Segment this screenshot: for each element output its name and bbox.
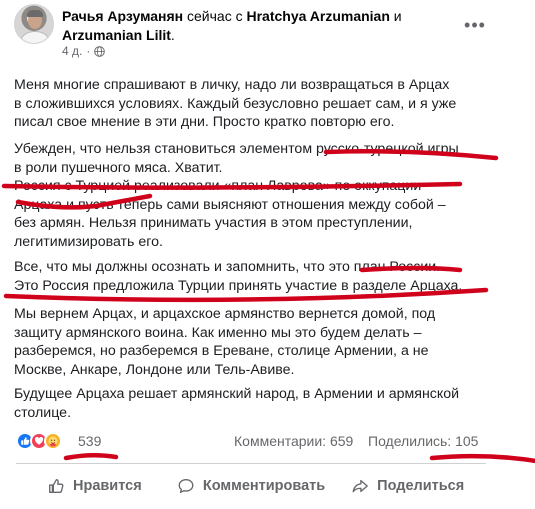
and-word: и xyxy=(393,8,402,24)
post-paragraph-4: Все, что мы должны осознать и запомнить,… xyxy=(14,258,494,295)
more-horizontal-icon: ••• xyxy=(464,14,486,35)
thumbs-up-icon xyxy=(49,479,64,493)
text-line: в сложившихся условиях. Каждый безусловн… xyxy=(14,95,457,112)
facebook-post: Рачья Арзуманян сейчас с Hratchya Arzuma… xyxy=(0,0,535,509)
more-options-button[interactable]: ••• xyxy=(460,10,490,40)
text-line: легитимизировать его. xyxy=(14,233,163,250)
post-header: Рачья Арзуманян сейчас с Hratchya Arzuma… xyxy=(62,7,462,25)
globe-icon xyxy=(94,45,106,57)
underline-shares xyxy=(429,453,535,464)
header-period: . xyxy=(170,27,175,43)
actions-divider xyxy=(16,463,486,464)
text-line: Все, что мы должны осознать и запомнить,… xyxy=(14,259,441,275)
post-paragraph-6: Будущее Арцаха решает армянский народ, в… xyxy=(14,385,494,422)
post-actions: Нравится Комментировать Поделиться xyxy=(16,468,486,504)
text-line: Будущее Арцаха решает армянский народ, в… xyxy=(14,386,460,402)
text-line: защиту армянского воина. Как именно мы э… xyxy=(14,324,422,341)
reactions-count[interactable]: 539 xyxy=(78,433,101,449)
tagged-user-2[interactable]: Arzumanian Lilit xyxy=(62,27,171,43)
text-line: Москве, Анкаре, Лондоне или Тель-Авиве. xyxy=(14,361,295,378)
comment-icon xyxy=(178,479,194,493)
underline-reactions-count xyxy=(63,453,119,461)
care-icon xyxy=(44,432,62,450)
action-text: сейчас с xyxy=(187,8,243,24)
share-button[interactable]: Поделиться xyxy=(329,468,486,504)
text-line: без армян. Нельзя принимать участия в эт… xyxy=(14,215,413,231)
author-name[interactable]: Рачья Арзуманян xyxy=(62,8,183,24)
post-paragraph-3: Россия с Турцией реализовали «план Лавро… xyxy=(14,177,494,251)
text-line: разберемся, но разберемся в Ереване, сто… xyxy=(14,343,429,359)
post-header-line-2: Arzumanian Lilit. xyxy=(62,26,175,44)
text-line: Мы вернем Арцах, и арцахское армянство в… xyxy=(14,306,436,322)
post-paragraph-2: Убежден, что нельзя становиться элементо… xyxy=(14,140,494,177)
text-line: Меня многие спрашивают в личку, надо ли … xyxy=(14,77,450,93)
text-line: столице. xyxy=(14,404,72,421)
author-avatar[interactable] xyxy=(14,4,54,44)
post-paragraph-5: Мы вернем Арцах, и арцахское армянство в… xyxy=(14,305,494,379)
tagged-user-1[interactable]: Hratchya Arzumanian xyxy=(246,8,389,24)
comment-button[interactable]: Комментировать xyxy=(173,468,330,504)
text-line: писал свое мнение в эти дни. Просто крат… xyxy=(14,114,395,130)
like-button[interactable]: Нравится xyxy=(16,468,173,504)
post-paragraph-1: Меня многие спрашивают в личку, надо ли … xyxy=(14,76,494,132)
post-meta: 4 д. · xyxy=(62,44,106,58)
like-label: Нравится xyxy=(73,478,142,494)
shares-count[interactable]: Поделились: 105 xyxy=(368,433,478,449)
comments-count[interactable]: Комментарии: 659 xyxy=(234,433,353,449)
text-line: в роли пушечного мяса. Хватит. xyxy=(14,159,223,176)
text-line: Это Россия предложила Турции принять уча… xyxy=(14,277,463,294)
reaction-icons[interactable] xyxy=(16,432,62,450)
text-line: Убежден, что нельзя становиться элементо… xyxy=(14,141,459,157)
share-label: Поделиться xyxy=(377,478,465,494)
text-line: Россия с Турцией реализовали «план Лавро… xyxy=(14,178,422,194)
comment-label: Комментировать xyxy=(202,478,326,494)
text-line: Арцаха и пусть теперь сами выясняют отно… xyxy=(14,196,446,213)
post-time[interactable]: 4 д. xyxy=(62,44,82,58)
share-arrow-icon xyxy=(352,479,369,493)
